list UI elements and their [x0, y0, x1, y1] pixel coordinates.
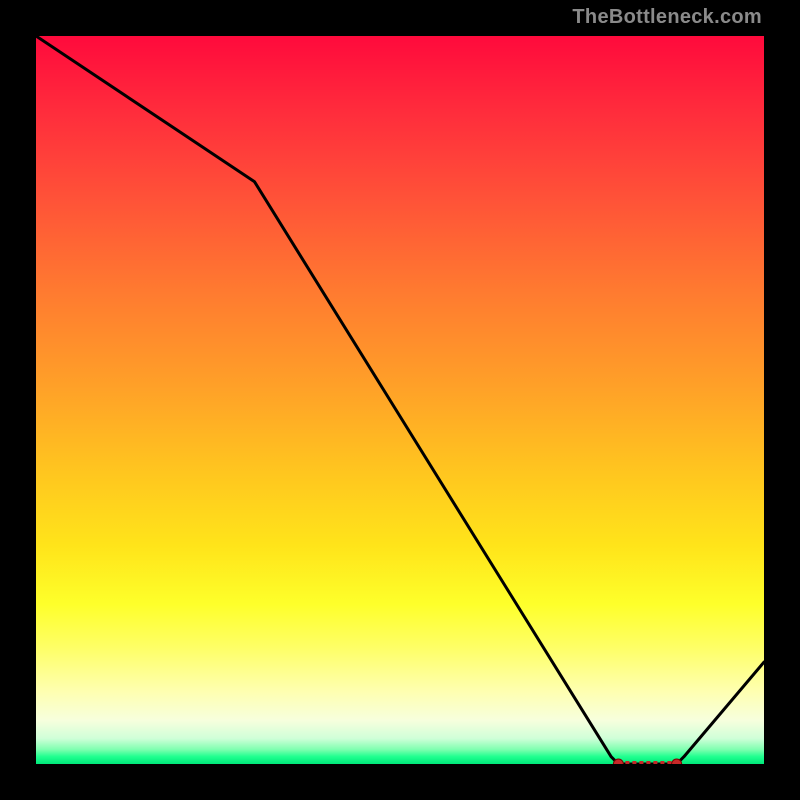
chart-frame: TheBottleneck.com [0, 0, 800, 800]
plot-area [36, 36, 764, 764]
line-chart-svg [36, 36, 764, 764]
chart-series [36, 36, 764, 764]
attribution-text: TheBottleneck.com [572, 6, 762, 29]
series-line [36, 36, 764, 764]
